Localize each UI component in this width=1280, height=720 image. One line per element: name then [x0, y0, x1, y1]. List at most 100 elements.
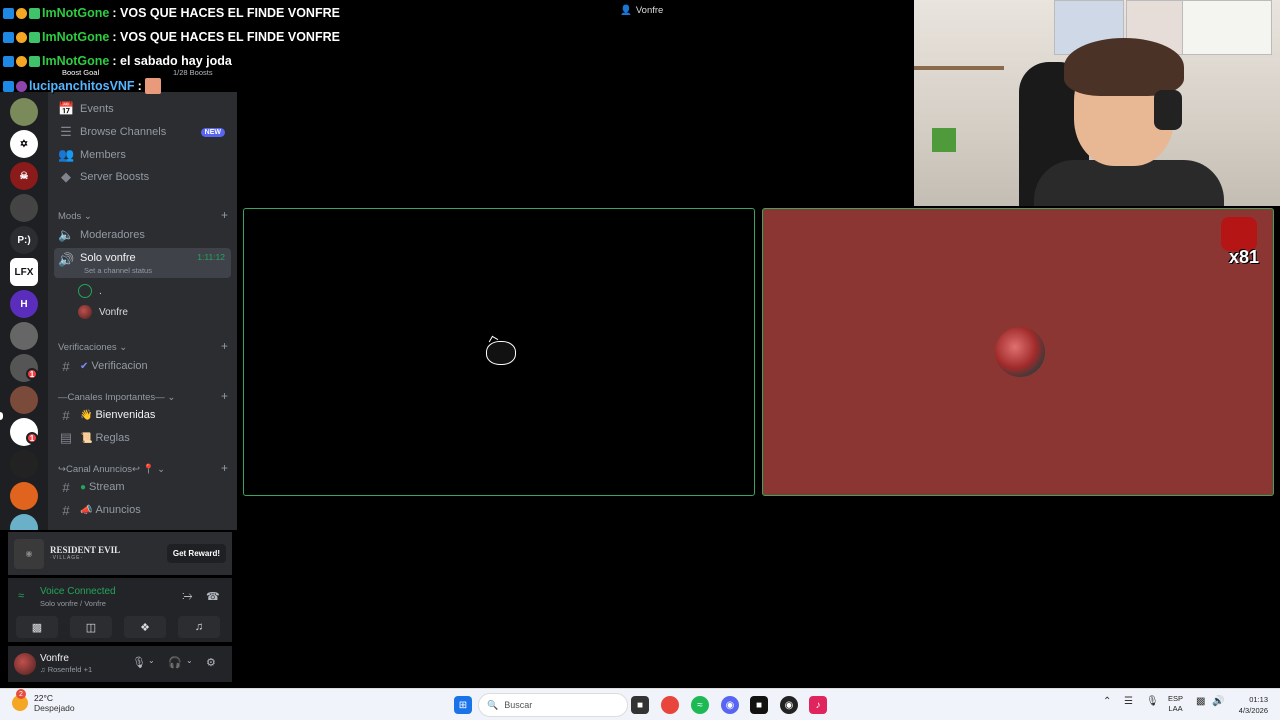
chat-username: ImNotGone — [42, 30, 110, 44]
channel-stream[interactable]: # ● Stream — [54, 476, 231, 498]
category-mods[interactable]: Mods ⌄ + — [58, 209, 228, 222]
chat-separator: : — [112, 54, 117, 68]
server-icon[interactable] — [10, 450, 38, 478]
sidebar-item-label: Browse Channels — [80, 126, 167, 138]
badge-icon — [16, 7, 27, 19]
headphones-icon[interactable]: 🎧 — [168, 656, 182, 669]
channel-moderadores[interactable]: 🔈 Moderadores — [54, 224, 231, 246]
weather-sun-icon: 2 — [12, 689, 28, 711]
avatar[interactable] — [14, 653, 36, 675]
microphone-icon[interactable]: 🎙 — [1146, 696, 1159, 707]
chrome-icon[interactable] — [661, 696, 679, 714]
channel-sidebar: 📅 Events ☰ Browse Channels NEW 👥 Members… — [48, 92, 237, 530]
search-box[interactable]: 🔍 Buscar — [478, 693, 628, 717]
creeper-toy — [932, 128, 956, 152]
category-verificaciones[interactable]: Verificaciones ⌄ + — [58, 340, 228, 353]
task-view-icon[interactable]: ■ — [631, 696, 649, 714]
voice-user-name: . — [99, 285, 102, 297]
badge-icon — [16, 55, 27, 67]
screen-share-button[interactable]: ◫ — [70, 616, 112, 638]
server-icon[interactable]: H — [10, 290, 38, 318]
activities-button[interactable]: ❖ — [124, 616, 166, 638]
chevron-up-icon[interactable]: ⌃ — [1103, 696, 1111, 707]
search-placeholder: Buscar — [504, 700, 533, 710]
server-icon[interactable]: P:) — [10, 226, 38, 254]
soundboard-button[interactable]: ♫ — [178, 616, 220, 638]
chat-separator: : — [137, 79, 142, 93]
chat-separator: : — [112, 6, 117, 20]
weather-widget[interactable]: 2 22°C Despejado — [12, 689, 75, 713]
unread-indicator — [0, 412, 3, 420]
server-icon[interactable] — [10, 194, 38, 222]
category-importantes[interactable]: —Canales Importantes— ⌄ + — [58, 390, 228, 403]
language-indicator[interactable]: ESP LAA — [1168, 694, 1183, 714]
camera-off-button[interactable]: ▩ — [16, 616, 58, 638]
noise-suppression-icon[interactable]: ⧴ — [182, 590, 192, 603]
discord-icon[interactable]: ◉ — [721, 696, 739, 714]
soundboard-icon: ♫ — [194, 621, 204, 633]
add-channel-icon[interactable]: + — [221, 390, 228, 403]
signal-icon[interactable]: ≈ — [18, 590, 24, 602]
green-circle-icon: ● — [80, 481, 87, 493]
spotify-icon[interactable]: ≈ — [691, 696, 709, 714]
category-anuncios[interactable]: ↪Canal Anuncios↩ 📍 ⌄ + — [58, 462, 228, 475]
chat-message: el sabado hay joda — [120, 54, 232, 68]
add-channel-icon[interactable]: + — [221, 340, 228, 353]
capcut-icon[interactable]: ■ — [750, 696, 768, 714]
display-icon[interactable]: ▩ — [1196, 696, 1205, 707]
channel-label: Bienvenidas — [95, 409, 156, 421]
get-reward-button[interactable]: Get Reward! — [166, 544, 226, 563]
obs-icon[interactable]: ◉ — [780, 696, 798, 714]
sidebar-item-members[interactable]: 👥 Members — [54, 144, 231, 166]
voice-user[interactable]: Vonfre — [78, 305, 128, 319]
sidebar-item-browse-channels[interactable]: ☰ Browse Channels NEW — [54, 121, 231, 143]
sidebar-item-server-boosts[interactable]: ◆ Server Boosts — [54, 166, 231, 188]
disconnect-icon[interactable]: ☎ — [206, 590, 220, 603]
server-icon[interactable] — [10, 514, 38, 530]
avatar — [78, 305, 92, 319]
chevron-down-icon: ⌄ — [119, 342, 128, 353]
channel-solo-vonfre[interactable]: 🔊 Solo vonfre 1:11:12 Set a channel stat… — [54, 248, 231, 278]
temperature: 22°C — [34, 693, 53, 703]
boost-count[interactable]: 1/28 Boosts — [173, 68, 213, 77]
volume-icon[interactable]: 🔊 — [1212, 696, 1224, 707]
windows-start-icon[interactable]: ⊞ — [454, 696, 472, 714]
server-icon[interactable] — [10, 322, 38, 350]
server-icon[interactable]: ✡ — [10, 130, 38, 158]
voice-user-name: Vonfre — [99, 306, 128, 318]
language-code: ESP — [1168, 694, 1184, 703]
voice-location[interactable]: Solo vonfre / Vonfre — [40, 599, 106, 608]
channel-reglas[interactable]: ▤ 📜 Reglas — [54, 427, 231, 449]
clock[interactable]: 01:13 4/3/2026 — [1228, 694, 1268, 716]
members-icon: 👥 — [58, 147, 75, 162]
username[interactable]: Vonfre — [40, 653, 69, 664]
chevron-down-icon[interactable]: ⌄ — [148, 656, 155, 665]
sidebar-item-events[interactable]: 📅 Events — [54, 98, 231, 120]
add-channel-icon[interactable]: + — [221, 462, 228, 475]
video-tile[interactable]: x81 — [762, 208, 1274, 496]
channel-verificacion[interactable]: # ✔ Verificacion — [54, 355, 231, 377]
server-icon[interactable] — [10, 482, 38, 510]
channel-anuncios[interactable]: # 📣 Anuncios — [54, 499, 231, 521]
tiktok-icon[interactable]: ♪ — [809, 696, 827, 714]
chat-message: VOS QUE HACES EL FINDE VONFRE — [120, 30, 340, 44]
microphone-icon[interactable]: 🎙 — [132, 656, 146, 669]
new-badge: NEW — [200, 127, 225, 137]
chevron-down-icon[interactable]: ⌄ — [186, 656, 193, 665]
add-channel-icon[interactable]: + — [221, 209, 228, 222]
gear-icon[interactable]: ⚙ — [206, 656, 216, 669]
voice-user[interactable]: . — [78, 284, 102, 298]
network-icon[interactable]: ☰ — [1124, 696, 1133, 707]
activities-icon: ❖ — [140, 621, 150, 634]
user-panel: Vonfre ♫ Rosenfeld +1 🎙 ⌄ 🎧 ⌄ ⚙ — [8, 646, 232, 682]
server-icon[interactable]: ☠ — [10, 162, 38, 190]
channel-status-hint[interactable]: Set a channel status — [84, 266, 152, 275]
voice-panel: ≈ Voice Connected Solo vonfre / Vonfre ⧴… — [8, 578, 232, 642]
channel-bienvenidas[interactable]: # 👋 Bienvenidas — [54, 404, 231, 426]
video-tile[interactable] — [243, 208, 755, 496]
boost-goal-label[interactable]: Boost Goal — [62, 68, 99, 77]
server-icon[interactable] — [10, 98, 38, 126]
voice-status[interactable]: Voice Connected — [40, 586, 116, 597]
server-icon[interactable] — [10, 386, 38, 414]
server-icon[interactable]: LFX — [10, 258, 38, 286]
